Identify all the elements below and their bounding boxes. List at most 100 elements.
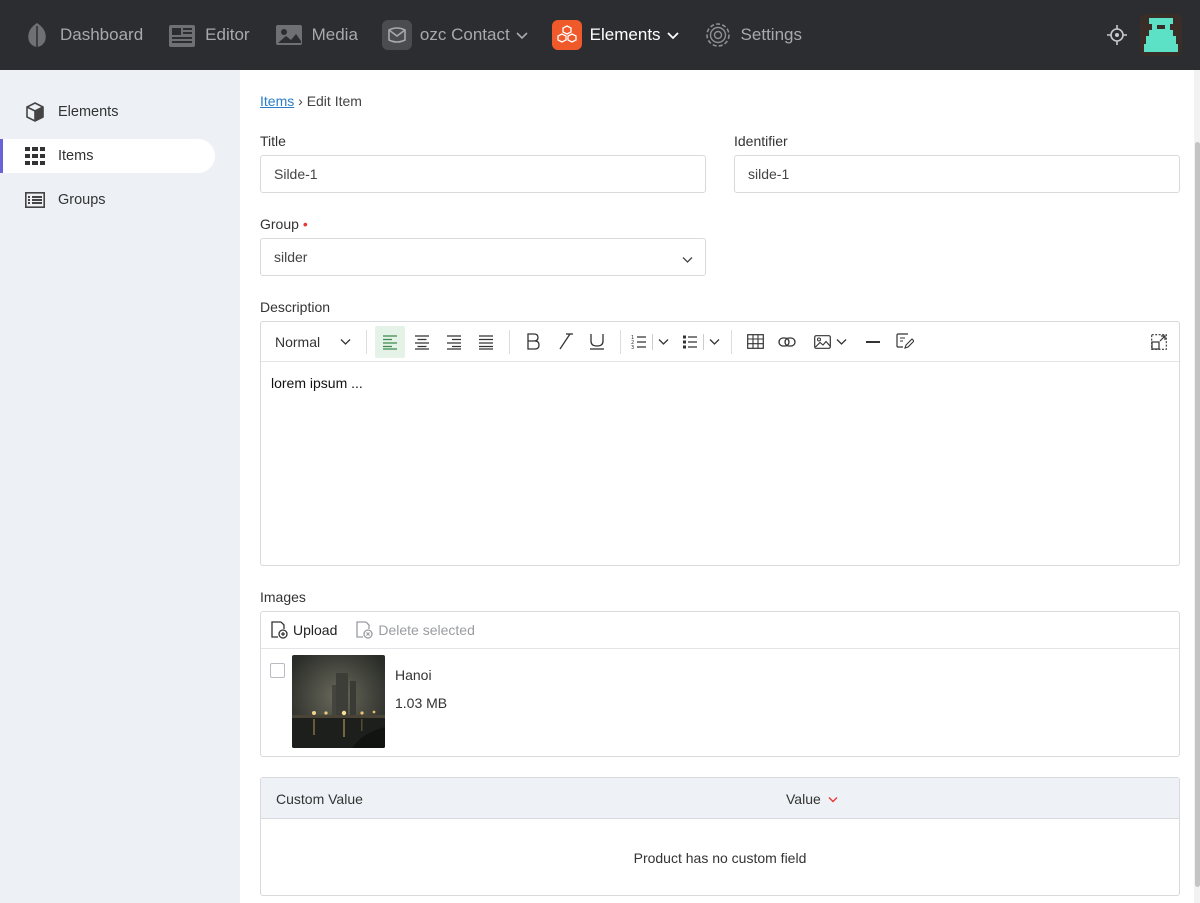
group-select[interactable]: silder: [260, 238, 706, 276]
link-icon: [778, 336, 796, 347]
value-column-label: Value: [786, 791, 821, 807]
insert-table-button[interactable]: [740, 326, 770, 358]
nav-media[interactable]: Media: [274, 0, 358, 70]
delete-selected-label: Delete selected: [378, 622, 475, 638]
image-thumbnail[interactable]: [292, 655, 385, 748]
align-left-button[interactable]: [375, 325, 405, 358]
underline-button[interactable]: [582, 326, 612, 358]
chevron-down-icon: [340, 338, 351, 345]
delete-selected-button[interactable]: Delete selected: [355, 621, 475, 639]
numbered-list-button[interactable]: 123: [628, 326, 672, 358]
nav-ozc-contact-label: ozc Contact: [419, 25, 510, 44]
sidebar-item-label: Elements: [58, 104, 119, 120]
custom-fields-table: Custom Value Value Product has no custom…: [260, 777, 1180, 896]
align-center-button[interactable]: [407, 326, 437, 358]
nav-media-label: Media: [311, 25, 358, 44]
value-column-header[interactable]: Value: [786, 791, 838, 807]
leaf-icon: [22, 20, 52, 50]
image-size: 1.03 MB: [395, 695, 448, 711]
identifier-input[interactable]: silde-1: [734, 155, 1180, 193]
bulleted-list-button[interactable]: [678, 326, 724, 358]
rich-text-editor: Normal 1 2 3 lorem ipsum ...: [260, 321, 1180, 566]
breadcrumb-items-link[interactable]: Items: [260, 93, 294, 109]
contact-icon: [381, 20, 412, 50]
image-icon: [274, 20, 304, 50]
upload-label: Upload: [293, 622, 338, 638]
nav-dashboard[interactable]: Dashboard: [22, 0, 143, 70]
numbered-list-icon: 123: [631, 335, 646, 350]
chevron-down-icon: [516, 25, 528, 45]
avatar[interactable]: [1140, 14, 1182, 56]
upload-button[interactable]: Upload: [270, 621, 337, 639]
table-icon: [746, 334, 764, 349]
toolbar-divider: [731, 329, 732, 354]
page-scrollbar[interactable]: [1194, 70, 1200, 903]
locate-icon[interactable]: [1106, 24, 1128, 46]
nav-settings[interactable]: Settings: [703, 0, 802, 70]
title-label: Title: [260, 133, 286, 149]
insert-image-button[interactable]: [808, 326, 852, 358]
align-justify-button[interactable]: [471, 326, 501, 358]
images-label: Images: [260, 589, 306, 605]
italic-icon: [559, 333, 573, 350]
upload-icon: [271, 621, 288, 639]
nav-elements[interactable]: Elements: [551, 0, 679, 70]
toolbar-divider: [620, 329, 621, 354]
bulleted-list-icon: [683, 335, 697, 348]
nav-ozc-contact[interactable]: ozc Contact: [381, 0, 528, 70]
main-nav: Dashboard Editor Media ozc Contact Eleme…: [0, 0, 826, 70]
align-left-icon: [383, 334, 397, 350]
list-icon: [24, 189, 46, 211]
sidebar-item-items[interactable]: Items: [0, 139, 215, 173]
image-select-checkbox[interactable]: [270, 663, 285, 678]
italic-button[interactable]: [550, 326, 580, 358]
sidebar-item-groups[interactable]: Groups: [0, 183, 215, 217]
nav-editor-label: Editor: [205, 25, 250, 44]
bold-button[interactable]: [518, 326, 548, 358]
identifier-label: Identifier: [734, 133, 788, 149]
svg-text:3: 3: [631, 345, 634, 350]
group-label: Group •: [260, 216, 308, 232]
format-dropdown[interactable]: Normal: [267, 326, 359, 358]
horizontal-rule-button[interactable]: [858, 326, 888, 358]
source-edit-icon: [896, 333, 914, 349]
title-input[interactable]: Silde-1: [260, 155, 706, 193]
custom-fields-empty-message: Product has no custom field: [633, 850, 807, 866]
chevron-down-icon: [836, 338, 846, 345]
nav-dashboard-label: Dashboard: [60, 25, 144, 44]
chevron-down-icon: [666, 25, 679, 45]
insert-link-button[interactable]: [772, 326, 802, 358]
align-right-button[interactable]: [439, 326, 469, 358]
custom-fields-header: Custom Value Value: [261, 778, 1179, 819]
breadcrumb: Items › Edit Item: [260, 93, 362, 109]
nav-editor[interactable]: Editor: [167, 0, 250, 70]
editor-content[interactable]: lorem ipsum ...: [261, 362, 1179, 404]
chevron-down-icon: [709, 338, 720, 345]
bold-icon: [527, 333, 540, 350]
toolbar-divider: [366, 329, 367, 354]
gear-icon: [703, 20, 733, 50]
fullscreen-button[interactable]: [1144, 326, 1174, 358]
scrollbar-thumb[interactable]: [1195, 142, 1200, 887]
top-navbar: Dashboard Editor Media ozc Contact Eleme…: [0, 0, 1200, 70]
toolbar-divider: [509, 329, 510, 354]
align-right-icon: [447, 334, 461, 350]
align-justify-icon: [479, 334, 493, 350]
cube-icon: [24, 101, 46, 123]
group-select-value: silder: [274, 249, 308, 265]
source-edit-button[interactable]: [890, 326, 920, 358]
image-icon: [813, 334, 831, 349]
sidebar: Elements Items Groups: [0, 70, 240, 903]
grid-icon: [24, 145, 46, 167]
nav-settings-label: Settings: [740, 25, 802, 44]
image-name: Hanoi: [395, 667, 432, 683]
horizontal-line-icon: [866, 340, 880, 343]
chevron-down-icon: [682, 251, 693, 267]
chevron-down-icon: [658, 338, 669, 345]
newspaper-icon: [167, 20, 197, 50]
sidebar-item-label: Items: [58, 148, 94, 164]
breadcrumb-current: Edit Item: [306, 93, 362, 109]
fullscreen-icon: [1151, 334, 1167, 350]
sidebar-item-elements[interactable]: Elements: [0, 95, 215, 129]
images-toolbar: Upload Delete selected: [261, 612, 1179, 649]
